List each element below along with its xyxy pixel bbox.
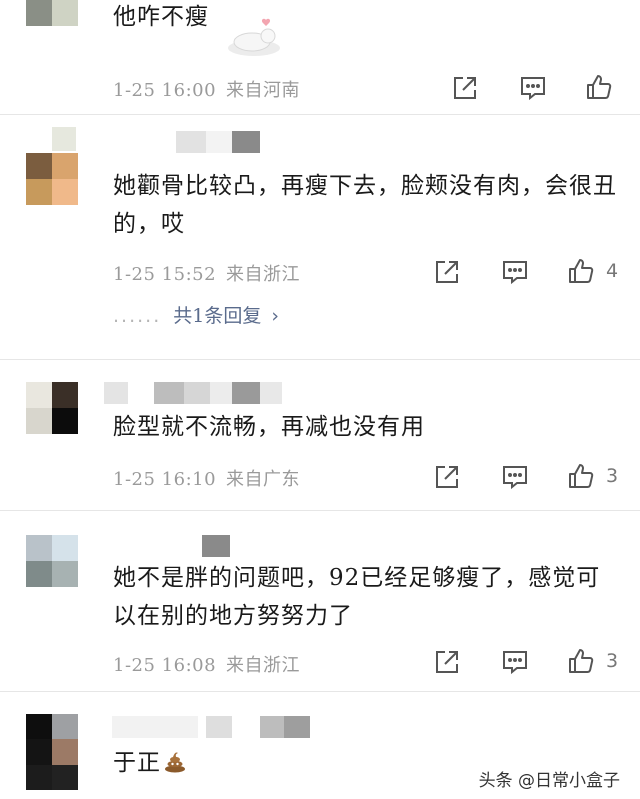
comment-location: 来自河南 [226,80,301,101]
chevron-right-icon: › [271,305,279,327]
comment-date: 1-25 16:10 [113,469,217,490]
like-count: 3 [606,650,619,672]
comment-text: 脸型就不流畅，再减也没有用 [113,414,425,440]
comment-location: 来自浙江 [226,655,301,676]
comment-location: 来自浙江 [226,264,301,285]
avatar-blur [52,127,76,151]
comment-icon[interactable] [500,257,530,287]
avatar[interactable] [26,0,78,26]
username-blurred[interactable] [112,716,310,738]
like-count: 4 [606,260,619,282]
avatar[interactable] [26,382,78,434]
replies-label: 共1条回复 [173,305,262,327]
share-icon[interactable] [450,73,480,103]
share-icon[interactable] [432,462,462,492]
username-blurred[interactable] [176,131,260,153]
avatar[interactable] [26,714,78,790]
comment-text-value: 于正 [113,750,161,776]
like-icon[interactable] [566,256,596,286]
comment-meta: 1-25 15:52 来自浙江 [113,260,300,286]
comment-icon[interactable] [518,73,548,103]
comment-meta: 1-25 16:00 来自河南 [113,76,300,102]
view-replies-link[interactable]: ...... 共1条回复 › [113,301,279,328]
comment-item: 他咋不瘦 1-25 16:00 来自河南 [0,0,640,114]
comment-meta: 1-25 16:08 来自浙江 [113,651,300,677]
comment-text: 她颧骨比较凸，再瘦下去，脸颊没有肉，会很丑的，哎 [113,173,617,237]
comment-text: 她不是胖的问题吧，92已经足够瘦了，感觉可以在别的地方努努力了 [113,565,601,629]
avatar[interactable] [26,535,78,587]
like-icon[interactable] [584,72,614,102]
poop-emoji [163,747,187,785]
comment-text: 他咋不瘦 [113,4,209,30]
comment-date: 1-25 16:08 [113,655,217,676]
comment-date: 1-25 16:00 [113,80,217,101]
share-icon[interactable] [432,257,462,287]
comment-date: 1-25 15:52 [113,264,217,285]
avatar[interactable] [26,153,78,205]
share-icon[interactable] [432,647,462,677]
comment-location: 来自广东 [226,469,301,490]
sticker-image [228,18,280,56]
comment-item: 她颧骨比较凸，再瘦下去，脸颊没有肉，会很丑的，哎 1-25 15:52 来自浙江 … [0,115,640,359]
watermark: 头条 @日常小盒子 [472,764,626,793]
username-blurred[interactable] [202,535,230,557]
comment-item: 脸型就不流畅，再减也没有用 1-25 16:10 来自广东 3 [0,360,640,510]
username-blurred[interactable] [104,382,282,404]
like-icon[interactable] [566,461,596,491]
comment-icon[interactable] [500,647,530,677]
comment-icon[interactable] [500,462,530,492]
like-icon[interactable] [566,646,596,676]
like-count: 3 [606,465,619,487]
comment-item: 她不是胖的问题吧，92已经足够瘦了，感觉可以在别的地方努努力了 1-25 16:… [0,511,640,691]
replies-dots: ...... [113,305,162,327]
comment-meta: 1-25 16:10 来自广东 [113,465,300,491]
